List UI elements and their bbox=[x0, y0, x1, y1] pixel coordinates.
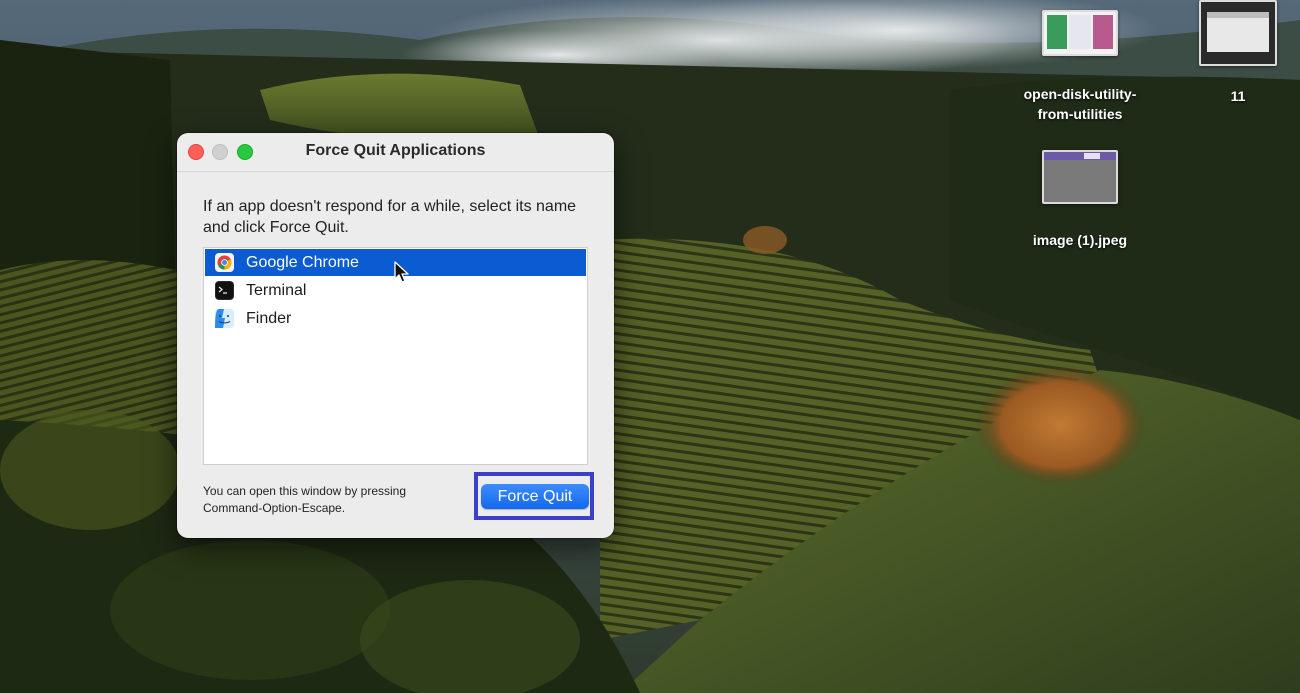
app-name: Google Chrome bbox=[246, 253, 359, 271]
instructions-text: If an app doesn't respond for a while, s… bbox=[203, 198, 577, 236]
app-row-finder[interactable]: Finder bbox=[205, 305, 586, 332]
force-quit-button[interactable]: Force Quit bbox=[481, 484, 589, 509]
force-quit-window: Force Quit Applications If an app doesn'… bbox=[177, 133, 614, 538]
image-thumbnail bbox=[1042, 150, 1118, 204]
desktop-file-label: image (1).jpeg bbox=[1032, 232, 1128, 248]
keyboard-shortcut-hint: You can open this window by pressing Com… bbox=[203, 484, 407, 515]
app-name: Terminal bbox=[246, 281, 307, 299]
desktop-file-open-disk-utility[interactable]: open-disk-utility- from-utilities bbox=[1005, 10, 1155, 124]
desktop-file-11[interactable]: 11 bbox=[1196, 0, 1280, 106]
desktop: open-disk-utility- from-utilities 11 ima… bbox=[0, 0, 1300, 693]
desktop-file-image-jpeg[interactable]: image (1).jpeg bbox=[1005, 150, 1155, 250]
screenshot-thumbnail bbox=[1199, 0, 1277, 66]
screenshot-thumbnail bbox=[1042, 10, 1118, 56]
chrome-icon bbox=[215, 253, 234, 272]
finder-icon bbox=[215, 309, 234, 328]
window-title: Force Quit Applications bbox=[305, 142, 486, 159]
mouse-pointer-icon bbox=[394, 261, 409, 283]
terminal-icon bbox=[215, 281, 234, 300]
window-titlebar[interactable]: Force Quit Applications bbox=[177, 133, 614, 172]
desktop-file-label: 11 bbox=[1230, 88, 1246, 104]
desktop-file-label: open-disk-utility- from-utilities bbox=[1023, 86, 1137, 122]
app-name: Finder bbox=[246, 309, 292, 327]
